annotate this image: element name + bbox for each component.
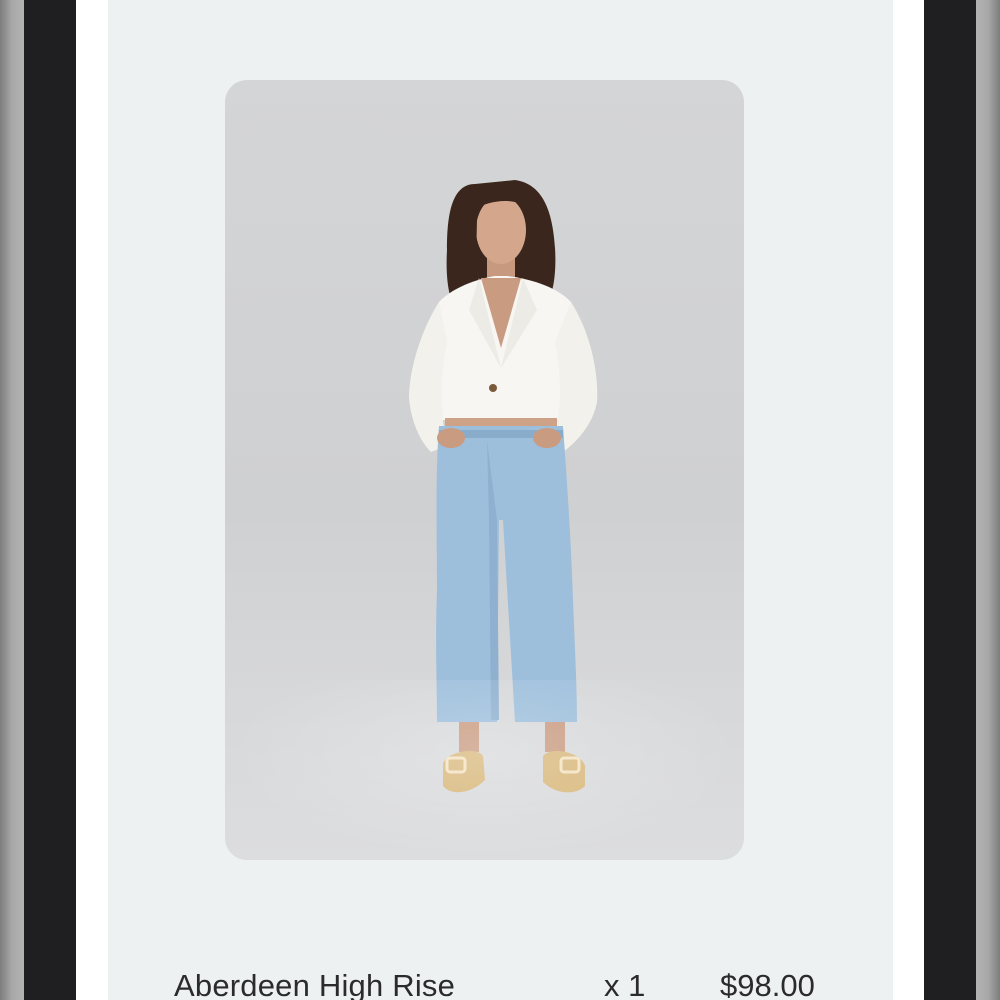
product-image bbox=[225, 80, 744, 860]
device-screen: Aberdeen High Rise x 1 $98.00 bbox=[0, 0, 1000, 1000]
product-quantity: x 1 bbox=[604, 968, 646, 1000]
product-price: $98.00 bbox=[720, 968, 815, 1000]
studio-floor bbox=[225, 680, 744, 860]
product-name: Aberdeen High Rise bbox=[174, 968, 456, 1000]
cart-line-item[interactable]: Aberdeen High Rise x 1 $98.00 bbox=[108, 960, 893, 1000]
order-summary-page: Aberdeen High Rise x 1 $98.00 bbox=[108, 0, 893, 1000]
